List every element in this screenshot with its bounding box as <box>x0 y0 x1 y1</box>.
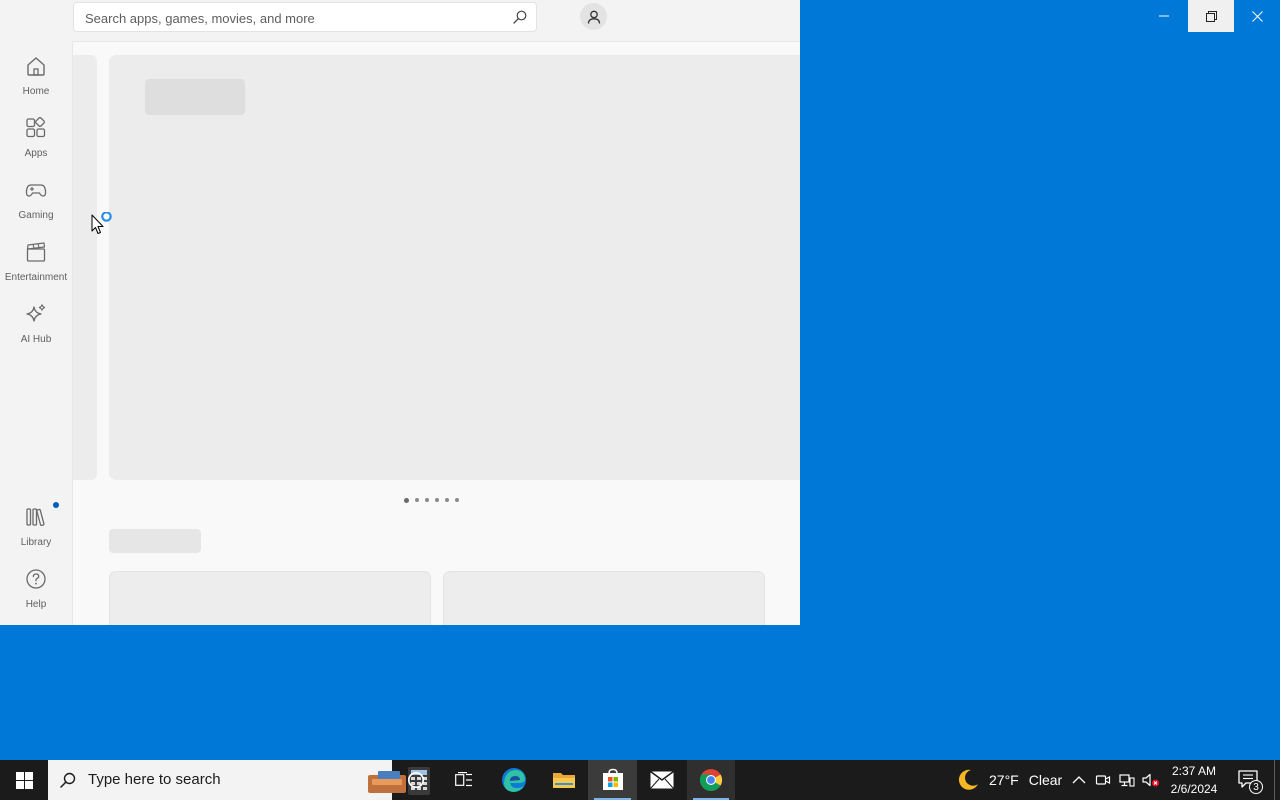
close-button[interactable] <box>1234 0 1280 32</box>
chevron-up-icon[interactable] <box>1071 772 1087 788</box>
nav-label-home: Home <box>22 86 50 97</box>
cortana-button[interactable] <box>392 760 440 800</box>
carousel-dot[interactable] <box>445 498 449 502</box>
nav-label-entertainment: Entertainment <box>4 272 68 283</box>
taskbar-search-placeholder: Type here to search <box>88 771 221 788</box>
weather-temperature: 27°F <box>989 772 1019 788</box>
search-input[interactable] <box>83 7 507 29</box>
library-icon <box>25 506 47 528</box>
nav-label-library: Library <box>20 537 52 548</box>
search-icon <box>60 772 76 788</box>
user-icon <box>587 10 601 24</box>
minimize-button[interactable] <box>1141 0 1187 32</box>
nav-item-help[interactable]: Help <box>0 566 72 622</box>
home-icon <box>25 55 47 77</box>
nav-label-help: Help <box>25 599 47 610</box>
clock-date: 2/6/2024 <box>1170 782 1218 796</box>
taskbar-clock[interactable]: 2:37 AM 2/6/2024 <box>1164 762 1224 798</box>
card-placeholder[interactable] <box>443 571 765 625</box>
search-icon[interactable] <box>513 10 527 24</box>
weather-widget[interactable]: 27°F Clear <box>956 760 1062 800</box>
task-view-button[interactable] <box>440 760 488 800</box>
gamepad-icon <box>25 179 47 201</box>
library-update-badge <box>53 502 59 508</box>
taskbar-edge[interactable] <box>490 760 538 800</box>
taskbar-chrome[interactable] <box>687 760 735 800</box>
sparkle-icon <box>25 303 47 325</box>
card-placeholder[interactable] <box>109 571 431 625</box>
taskbar-file-explorer[interactable] <box>540 760 588 800</box>
hero-banner-placeholder[interactable] <box>109 55 800 480</box>
mail-icon <box>650 771 674 789</box>
carousel-dot[interactable] <box>415 498 419 502</box>
store-window: Home Apps Gaming Entertainment AI Hub Li… <box>0 0 800 625</box>
start-button[interactable] <box>0 760 48 800</box>
windows-logo-icon <box>15 771 33 789</box>
clock-time: 2:37 AM <box>1171 764 1217 778</box>
carousel-pager <box>404 497 459 503</box>
busy-cursor-icon <box>91 211 117 238</box>
nav-label-ai-hub: AI Hub <box>20 334 52 345</box>
store-home-content <box>72 41 800 625</box>
nav-rail: Home Apps Gaming Entertainment AI Hub Li… <box>0 0 72 625</box>
store-icon <box>601 768 625 792</box>
carousel-dot[interactable] <box>425 498 429 502</box>
moon-icon <box>956 768 980 792</box>
restore-button[interactable] <box>1188 0 1234 32</box>
volume-muted-icon[interactable] <box>1142 772 1159 788</box>
nav-item-entertainment[interactable]: Entertainment <box>0 239 72 295</box>
folder-icon <box>552 770 576 790</box>
weather-condition: Clear <box>1028 772 1063 788</box>
taskbar-search-box[interactable]: Type here to search <box>48 760 430 800</box>
edge-icon <box>501 767 527 793</box>
minimize-icon <box>1159 11 1169 21</box>
carousel-dot[interactable] <box>404 497 409 503</box>
hero-previous-slide[interactable] <box>73 55 97 480</box>
notification-count-badge: 3 <box>1249 780 1263 794</box>
clapperboard-icon <box>25 241 47 263</box>
network-icon[interactable] <box>1119 772 1135 788</box>
nav-label-apps: Apps <box>24 148 48 159</box>
help-icon <box>25 568 47 590</box>
taskbar-microsoft-store[interactable] <box>588 760 637 800</box>
task-view-icon <box>455 772 473 788</box>
restore-icon <box>1205 10 1217 22</box>
cortana-icon <box>407 771 425 789</box>
section-title-placeholder <box>109 529 201 553</box>
show-desktop-button[interactable] <box>1274 760 1275 800</box>
apps-icon <box>25 117 47 139</box>
carousel-dot[interactable] <box>435 498 439 502</box>
taskbar: Type here to search 27°F Clear 2:37 AM 2… <box>0 760 1280 800</box>
account-button[interactable] <box>580 3 607 30</box>
nav-item-gaming[interactable]: Gaming <box>0 177 72 233</box>
store-search-box[interactable] <box>73 2 537 32</box>
meet-now-icon[interactable] <box>1095 772 1111 788</box>
nav-label-gaming: Gaming <box>18 210 54 221</box>
close-icon <box>1251 10 1263 22</box>
carousel-dot[interactable] <box>455 498 459 502</box>
chrome-icon <box>699 768 723 792</box>
nav-item-library[interactable]: Library <box>0 504 72 560</box>
nav-item-apps[interactable]: Apps <box>0 115 72 171</box>
hero-title-placeholder <box>145 79 245 115</box>
nav-item-home[interactable]: Home <box>0 53 72 109</box>
taskbar-mail[interactable] <box>638 760 686 800</box>
nav-item-ai-hub[interactable]: AI Hub <box>0 301 72 357</box>
